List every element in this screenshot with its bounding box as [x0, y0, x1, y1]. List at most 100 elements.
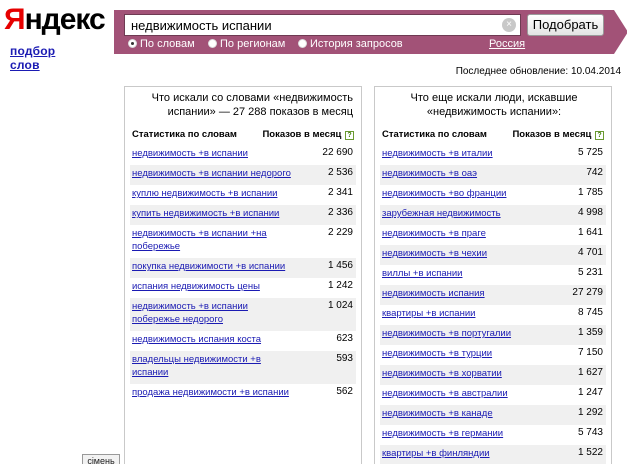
impressions-count: 1 785 — [577, 187, 603, 198]
column-header-count: Показов в месяц ? — [262, 129, 354, 140]
search-input-value: недвижимость испании — [131, 18, 272, 33]
impressions-count: 2 336 — [327, 207, 353, 218]
radio-icon — [298, 39, 307, 48]
impressions-count: 1 242 — [327, 280, 353, 291]
impressions-count: 2 341 — [327, 187, 353, 198]
impressions-count: 5 725 — [577, 147, 603, 158]
keyword-link[interactable]: недвижимость +в турции — [382, 347, 542, 360]
table-row: недвижимость +в канаде 1 292 — [380, 405, 606, 425]
impressions-count: 5 231 — [577, 267, 603, 278]
keyword-link[interactable]: недвижимость +в хорватии — [382, 367, 542, 380]
mode-history[interactable]: История запросов — [298, 38, 403, 50]
impressions-count: 2 229 — [327, 227, 353, 238]
impressions-count: 1 292 — [577, 407, 603, 418]
mode-by-regions[interactable]: По регионам — [208, 38, 285, 50]
impressions-count: 27 279 — [572, 287, 603, 298]
table-row: покупка недвижимости +в испании 1 456 — [130, 258, 356, 278]
table-row: недвижимость +в италии 5 725 — [380, 145, 606, 165]
table-row: недвижимость +во франции 1 785 — [380, 185, 606, 205]
help-icon[interactable]: ? — [345, 131, 354, 140]
table-row: продажа недвижимости +в испании 562 — [130, 384, 356, 404]
table-row: купить недвижимость +в испании 2 336 — [130, 205, 356, 225]
table-row: недвижимость +в испании +на побережье 2 2… — [130, 225, 356, 258]
column-header-keyword: Статистика по словам — [132, 129, 237, 140]
submit-button[interactable]: Подобрать — [527, 14, 604, 36]
keyword-link[interactable]: недвижимость +в чехии — [382, 247, 542, 260]
service-name-link[interactable]: подбор слов — [10, 44, 86, 72]
keyword-link[interactable]: недвижимость +в испании недорого — [132, 167, 292, 180]
column-header-keyword: Статистика по словам — [382, 129, 487, 140]
impressions-count: 1 627 — [577, 367, 603, 378]
impressions-count: 2 536 — [327, 167, 353, 178]
radio-icon — [208, 39, 217, 48]
table-row: недвижимость +в испании недорого 2 536 — [130, 165, 356, 185]
keyword-link[interactable]: недвижимость +во франции — [382, 187, 542, 200]
impressions-count: 4 701 — [577, 247, 603, 258]
keyword-link[interactable]: недвижимость +в испании +на побережье — [132, 227, 292, 253]
radio-selected-icon — [128, 39, 137, 48]
keyword-link[interactable]: недвижимость +в канаде — [382, 407, 542, 420]
keyword-link[interactable]: купить недвижимость +в испании — [132, 207, 292, 220]
table-row: куплю недвижимость +в испании 2 341 — [130, 185, 356, 205]
keyword-link[interactable]: владельцы недвижимости +в испании — [132, 353, 292, 379]
keyword-link[interactable]: зарубежная недвижимость — [382, 207, 542, 220]
related-queries-panel: Что еще искали люди, искавшие «недвижимо… — [374, 86, 612, 464]
table-row: квартиры +в финляндии 1 522 — [380, 445, 606, 464]
panel-title: Что искали со словами «недвижимость испа… — [151, 92, 353, 118]
keyword-link[interactable]: испания недвижимость цены — [132, 280, 292, 293]
keyword-link[interactable]: недвижимость +в испании побережье недоро… — [132, 300, 292, 326]
impressions-count: 623 — [336, 333, 353, 344]
impressions-count: 742 — [586, 167, 603, 178]
table-row: испания недвижимость цены 1 242 — [130, 278, 356, 298]
impressions-count: 593 — [336, 353, 353, 364]
impressions-count: 4 998 — [577, 207, 603, 218]
table-row: квартиры +в испании 8 745 — [380, 305, 606, 325]
table-row: недвижимость +в турции 7 150 — [380, 345, 606, 365]
table-row: недвижимость +в португалии 1 359 — [380, 325, 606, 345]
keyword-link[interactable]: недвижимость +в германии — [382, 427, 542, 440]
impressions-count: 1 641 — [577, 227, 603, 238]
keyword-stats-panel: Что искали со словами «недвижимость испа… — [124, 86, 362, 464]
keyword-link[interactable]: недвижимость +в италии — [382, 147, 542, 160]
search-input[interactable]: недвижимость испании × — [124, 14, 521, 36]
table-row: недвижимость +в германии 5 743 — [380, 425, 606, 445]
table-row: виллы +в испании 5 231 — [380, 265, 606, 285]
keyword-link[interactable]: недвижимость испания — [382, 287, 542, 300]
keyword-link[interactable]: недвижимость +в испании — [132, 147, 292, 160]
keyword-link[interactable]: квартиры +в испании — [382, 307, 542, 320]
panel-title: Что еще искали люди, искавшие «недвижимо… — [410, 92, 578, 118]
table-row: недвижимость испания 27 279 — [380, 285, 606, 305]
keyword-link[interactable]: куплю недвижимость +в испании — [132, 187, 292, 200]
keyword-link[interactable]: покупка недвижимости +в испании — [132, 260, 292, 273]
keyword-link[interactable]: недвижимость +в оаэ — [382, 167, 542, 180]
table-row: недвижимость +в хорватии 1 627 — [380, 365, 606, 385]
last-updated-text: Последнее обновление: 10.04.2014 — [455, 66, 621, 77]
keyword-link[interactable]: недвижимость испания коста — [132, 333, 292, 346]
impressions-count: 5 743 — [577, 427, 603, 438]
impressions-count: 22 690 — [322, 147, 353, 158]
logo-wordmark: Яндекс — [4, 3, 106, 36]
tooltip: сімень — [82, 454, 120, 464]
keyword-link[interactable]: недвижимость +в праге — [382, 227, 542, 240]
keyword-link[interactable]: квартиры +в финляндии — [382, 447, 542, 460]
table-row: недвижимость +в австралии 1 247 — [380, 385, 606, 405]
impressions-count: 1 456 — [327, 260, 353, 271]
table-row: недвижимость +в оаэ 742 — [380, 165, 606, 185]
keyword-link[interactable]: недвижимость +в португалии — [382, 327, 542, 340]
table-row: зарубежная недвижимость 4 998 — [380, 205, 606, 225]
region-link[interactable]: Россия — [489, 38, 525, 50]
impressions-count: 1 359 — [577, 327, 603, 338]
table-row: недвижимость +в праге 1 641 — [380, 225, 606, 245]
impressions-count: 562 — [336, 386, 353, 397]
column-header-count: Показов в месяц ? — [512, 129, 604, 140]
keyword-link[interactable]: виллы +в испании — [382, 267, 542, 280]
help-icon[interactable]: ? — [595, 131, 604, 140]
table-row: недвижимость +в испании побережье недоро… — [130, 298, 356, 331]
clear-icon[interactable]: × — [502, 18, 516, 32]
impressions-count: 1 024 — [327, 300, 353, 311]
mode-by-words[interactable]: По словам — [128, 38, 195, 50]
keyword-link[interactable]: продажа недвижимости +в испании — [132, 386, 292, 399]
table-row: недвижимость испания коста 623 — [130, 331, 356, 351]
yandex-logo[interactable]: Яндекс подбор слов — [4, 4, 106, 73]
keyword-link[interactable]: недвижимость +в австралии — [382, 387, 542, 400]
